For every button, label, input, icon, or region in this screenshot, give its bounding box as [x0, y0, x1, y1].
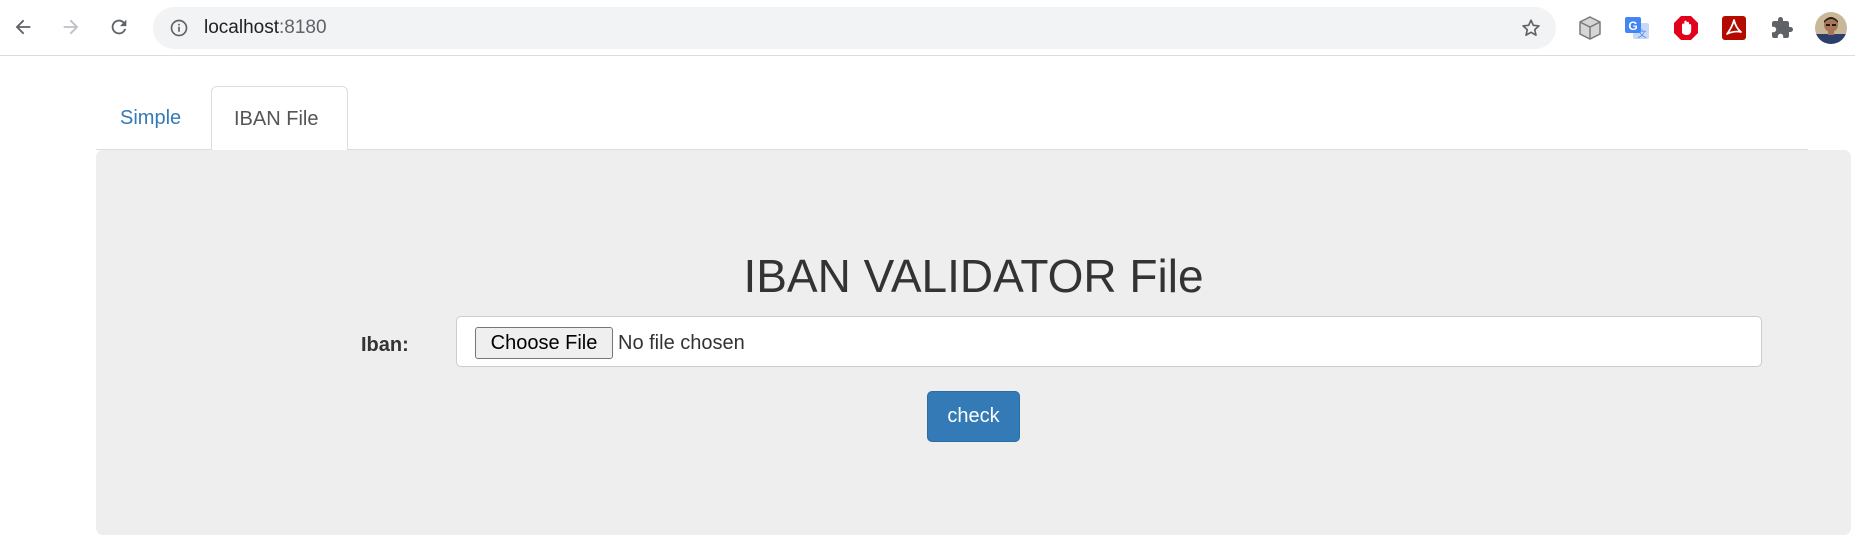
puzzle-extensions-icon[interactable]: [1768, 14, 1796, 42]
info-icon[interactable]: [169, 18, 189, 38]
forward-button[interactable]: [53, 9, 89, 45]
iban-file-input[interactable]: Choose File No file chosen: [456, 316, 1762, 367]
browser-toolbar: localhost:8180 G 文: [0, 0, 1855, 56]
url-text: localhost:8180: [204, 7, 327, 49]
page-title: IBAN VALIDATOR File: [743, 250, 1204, 302]
url-port: :8180: [279, 17, 327, 38]
check-button[interactable]: check: [927, 391, 1020, 442]
back-button[interactable]: [5, 9, 41, 45]
tab-iban-file[interactable]: IBAN File: [211, 86, 348, 151]
adobe-acrobat-icon[interactable]: [1720, 14, 1748, 42]
address-bar[interactable]: localhost:8180: [153, 7, 1556, 49]
file-status-text: No file chosen: [618, 332, 745, 354]
profile-avatar[interactable]: [1815, 12, 1847, 44]
url-host: localhost: [204, 17, 279, 38]
reload-icon: [111, 19, 127, 35]
tab-simple[interactable]: Simple: [96, 86, 211, 150]
arrow-right-icon: [63, 19, 79, 35]
arrow-left-icon: [15, 19, 31, 35]
choose-file-button[interactable]: Choose File: [475, 327, 613, 359]
svg-text:文: 文: [1637, 28, 1646, 39]
cube-extension-icon[interactable]: [1576, 14, 1604, 42]
google-translate-icon[interactable]: G 文: [1623, 14, 1651, 42]
svg-text:G: G: [1628, 19, 1637, 33]
tab-bar: Simple IBAN File: [96, 86, 1808, 151]
star-icon[interactable]: [1520, 17, 1542, 39]
adblock-icon[interactable]: [1672, 14, 1700, 42]
reload-button[interactable]: [101, 9, 137, 45]
iban-label: Iban:: [361, 334, 409, 356]
iban-file-panel: IBAN VALIDATOR File Iban: Choose File No…: [96, 150, 1851, 535]
